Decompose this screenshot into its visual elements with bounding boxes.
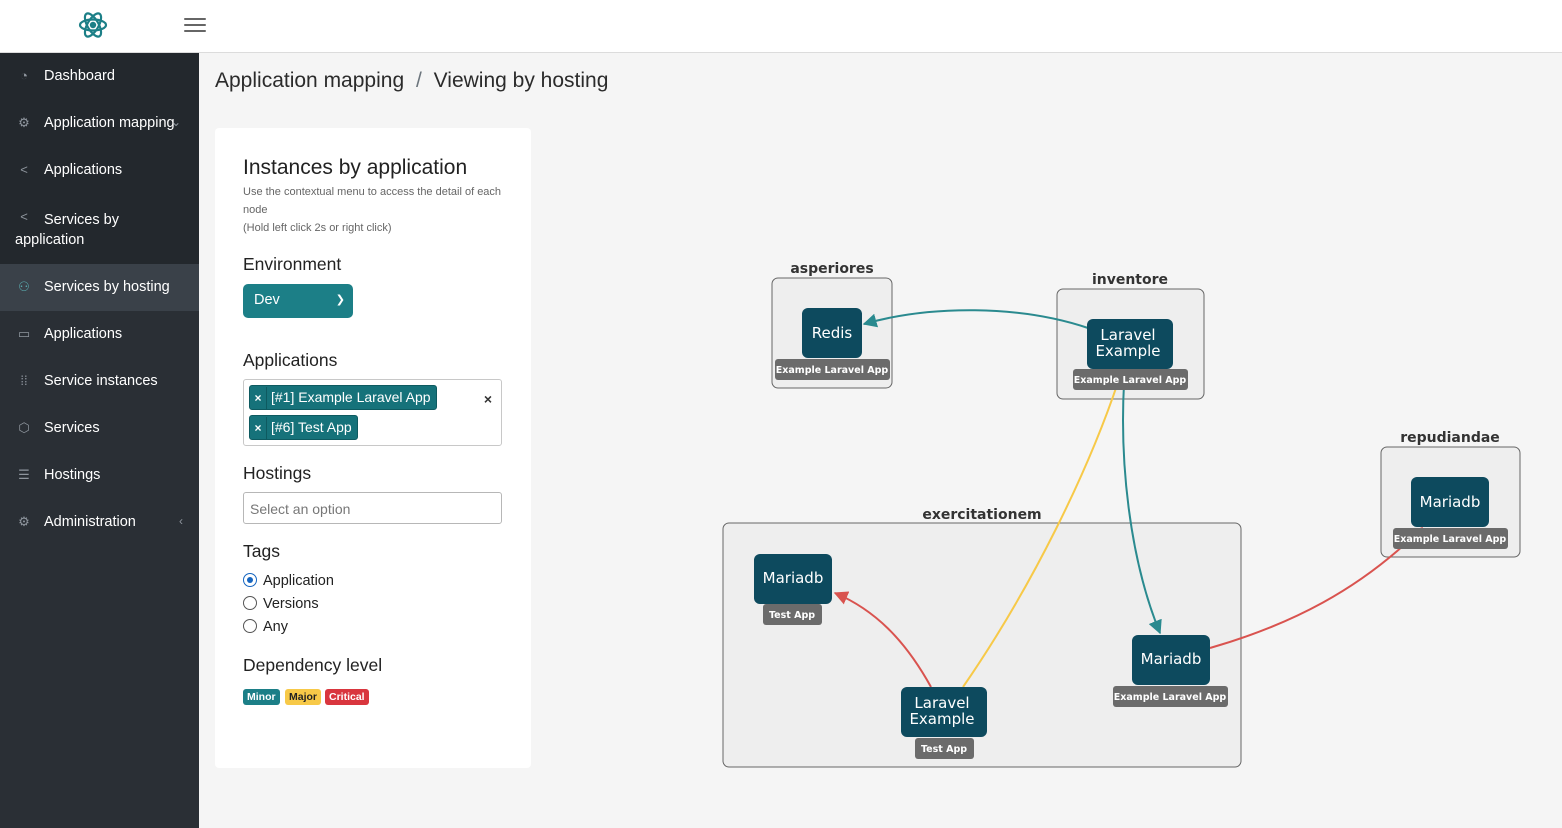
chevron-down-icon: ❯ (335, 294, 345, 306)
gear-icon: ⚙ (18, 115, 30, 130)
node-label: Mariadb (1141, 650, 1202, 668)
share-icon: < (20, 162, 28, 177)
node-label-line-2: Example (909, 710, 974, 728)
environment-select[interactable]: Dev ❯ (243, 284, 353, 318)
applications-label: Applications (243, 350, 338, 370)
radio-label: Versions (263, 596, 319, 612)
gear-icon: ⚙ (18, 514, 30, 529)
breadcrumb-parent[interactable]: Application mapping (215, 69, 404, 92)
sidebar-item-administration[interactable]: ⚙ Administration ‹ (0, 499, 199, 546)
node-label: Redis (812, 324, 853, 342)
sidebar-item-applications-mapping[interactable]: < Applications (0, 147, 199, 194)
list-icon: ☰ (18, 467, 30, 482)
radio-unchecked-icon (243, 619, 257, 633)
chevron-down-icon: ⌄ (170, 115, 181, 129)
grid-dots-icon: ⁞⁞ (20, 373, 28, 388)
node-laravel-example-inventore[interactable]: Laravel Example Example Laravel App (1073, 319, 1188, 390)
panel-title: Instances by application (243, 156, 468, 179)
application-chip: × [#1] Example Laravel App (249, 385, 437, 410)
node-label: Mariadb (1420, 493, 1481, 511)
radio-label: Any (263, 619, 288, 635)
node-tag: Example Laravel App (1074, 375, 1187, 386)
hosting-label: repudiandae (1400, 430, 1500, 446)
speedometer-icon: ◔ (20, 68, 28, 83)
chip-remove-icon[interactable]: × (250, 417, 267, 440)
sidebar-item-application-mapping[interactable]: ⚙ Application mapping ⌄ (0, 100, 199, 147)
environment-label: Environment (243, 254, 342, 274)
sidebar-item-label: Administration (44, 514, 136, 530)
window-icon: ▭ (17, 326, 31, 341)
sidebar-item-service-instances[interactable]: ⁞⁞ Service instances (0, 358, 199, 405)
filter-panel: Instances by application Use the context… (215, 128, 531, 768)
share-icon: < (20, 209, 28, 224)
node-tag: Example Laravel App (1394, 534, 1507, 545)
dependency-graph[interactable]: asperiores inventore repudiandae exercit… (540, 240, 1540, 780)
menu-toggle-icon[interactable] (184, 15, 206, 35)
box-icon: ⬡ (18, 420, 30, 435)
sidebar-item-label: Application mapping (44, 115, 175, 131)
breadcrumb-separator: / (415, 69, 422, 92)
sidebar-item-hostings[interactable]: ☰ Hostings (0, 452, 199, 499)
badge-critical: Critical (325, 689, 369, 705)
node-label: Mariadb (763, 569, 824, 587)
sidebar-item-label: Hostings (44, 467, 101, 483)
sidebar-item-label: Services by (44, 212, 119, 228)
breadcrumb-current: Viewing by hosting (433, 69, 609, 92)
hosting-label: exercitationem (922, 507, 1041, 523)
sidebar-item-dashboard[interactable]: ◔ Dashboard (0, 53, 199, 100)
sidebar-item-label: Applications (44, 326, 123, 342)
badge-minor: Minor (243, 689, 280, 705)
sidebar-item-label: Services by hosting (44, 279, 170, 295)
breadcrumb: Application mapping / Viewing by hosting (215, 69, 608, 93)
panel-hint: Use the contextual menu to access the de… (243, 183, 513, 237)
radio-unchecked-icon (243, 596, 257, 610)
node-tag: Test App (769, 610, 815, 621)
hosting-label: inventore (1092, 272, 1168, 288)
application-chip: × [#6] Test App (249, 415, 358, 440)
clear-selection-icon[interactable]: × (484, 391, 492, 407)
node-tag: Test App (921, 744, 967, 755)
radio-checked-icon (243, 573, 257, 587)
tag-radio-application[interactable]: Application (243, 573, 334, 589)
hint-line-2: (Hold left click 2s or right click) (243, 222, 392, 234)
edge-minor (862, 309, 1089, 329)
top-bar (0, 0, 1562, 53)
node-tag: Example Laravel App (1114, 692, 1227, 703)
radio-label: Application (263, 573, 334, 589)
sidebar: ◔ Dashboard ⚙ Application mapping ⌄ < Ap… (0, 53, 199, 828)
node-mariadb-test-app[interactable]: Mariadb Test App (754, 554, 832, 625)
sidebar-item-applications[interactable]: ▭ Applications (0, 311, 199, 358)
atom-logo-icon[interactable] (76, 8, 110, 42)
chip-label: [#6] Test App (271, 419, 352, 435)
chip-label: [#1] Example Laravel App (271, 389, 431, 405)
hint-line-1: Use the contextual menu to access the de… (243, 186, 502, 216)
node-tag: Example Laravel App (776, 365, 889, 376)
sidebar-item-label: Dashboard (44, 68, 115, 84)
sidebar-item-label-continued: application (15, 232, 85, 248)
tags-label: Tags (243, 541, 280, 561)
environment-value: Dev (254, 292, 280, 308)
hosting-label: asperiores (790, 261, 873, 277)
hostings-select[interactable]: Select an option (243, 492, 502, 524)
badge-major: Major (285, 689, 322, 705)
chip-remove-icon[interactable]: × (250, 387, 267, 410)
tag-radio-versions[interactable]: Versions (243, 596, 319, 612)
sidebar-item-services-by-hosting[interactable]: ⚇ Services by hosting (0, 264, 199, 311)
sidebar-item-label: Service instances (44, 373, 158, 389)
sidebar-item-label: Applications (44, 162, 123, 178)
sidebar-item-services[interactable]: ⬡ Services (0, 405, 199, 452)
hosting-tree-icon: ⚇ (18, 279, 30, 294)
hostings-label: Hostings (243, 463, 312, 483)
applications-multiselect[interactable]: × [#1] Example Laravel App × [#6] Test App… (243, 379, 502, 446)
tag-radio-any[interactable]: Any (243, 619, 288, 635)
chevron-left-icon: ‹ (179, 514, 183, 528)
hostings-placeholder: Select an option (250, 501, 351, 517)
dependency-label: Dependency level (243, 655, 383, 675)
sidebar-item-services-by-application[interactable]: < Services by application (0, 194, 199, 264)
sidebar-item-label: Services (44, 420, 100, 436)
node-label-line-2: Example (1095, 342, 1160, 360)
